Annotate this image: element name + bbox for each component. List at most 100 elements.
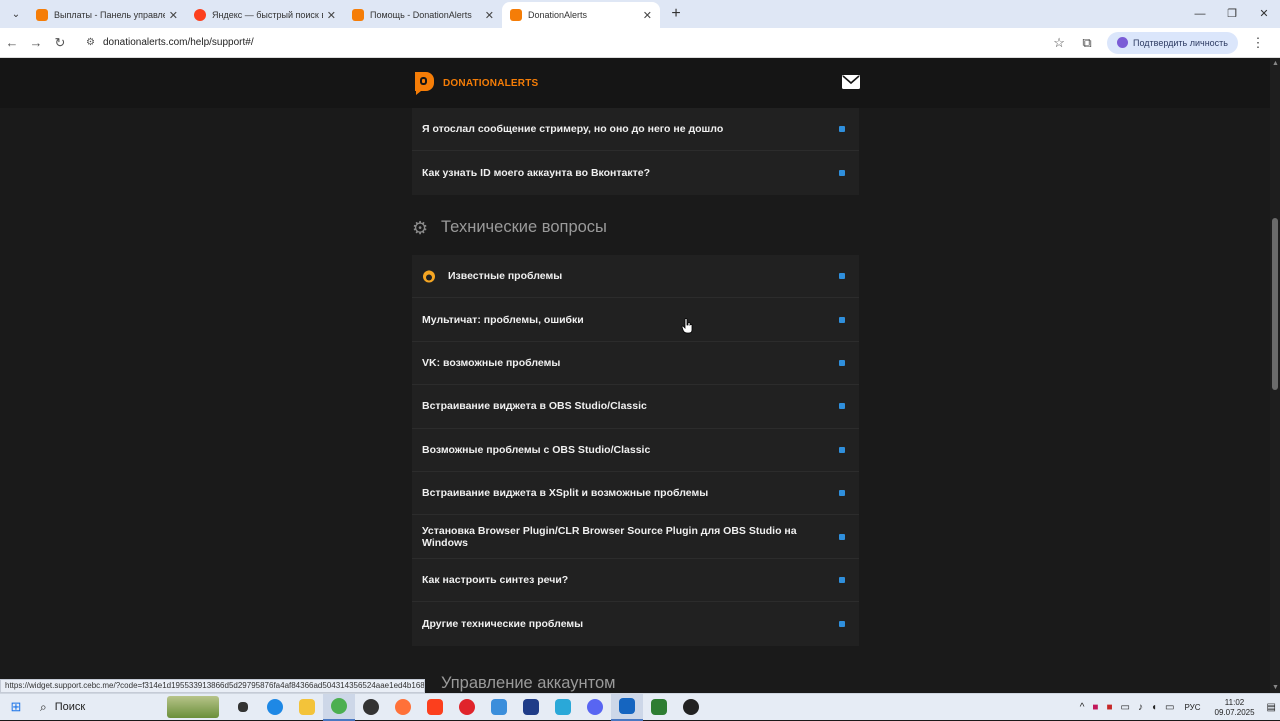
browser-tab-active[interactable]: DonationAlerts ✕ <box>502 2 660 28</box>
faq-item[interactable]: Встраивание виджета в XSplit и возможные… <box>412 472 859 515</box>
section-header-tech: ⚙ Технические вопросы <box>412 218 607 237</box>
extensions-icon[interactable]: ⧉ <box>1073 35 1101 51</box>
faq-item[interactable]: Установка Browser Plugin/CLR Browser Sou… <box>412 515 859 558</box>
close-window-icon[interactable]: ✕ <box>1248 0 1280 28</box>
restore-icon[interactable]: ❐ <box>1216 0 1248 28</box>
browser-tab-bar: ⌄ Выплаты - Панель управлени ✕ Яндекс — … <box>0 0 1280 28</box>
volume-icon[interactable]: ◖ <box>1151 702 1157 713</box>
site-logo[interactable]: DONATIONALERTS <box>412 70 538 96</box>
faq-item[interactable]: Я отослал сообщение стримеру, но оно до … <box>412 108 859 151</box>
browser-tab[interactable]: Помощь - DonationAlerts ✕ <box>344 2 502 28</box>
arrow-right-icon <box>839 126 845 132</box>
tab-title: Выплаты - Панель управлени <box>54 10 165 20</box>
arrow-right-icon <box>839 360 845 366</box>
xbox-app-icon[interactable] <box>515 694 547 721</box>
language-indicator[interactable]: РУС <box>1184 703 1200 712</box>
faq-item[interactable]: VK: возможные проблемы <box>412 342 859 385</box>
tab-title: Помощь - DonationAlerts <box>370 10 481 20</box>
scroll-up-icon[interactable]: ▲ <box>1272 60 1279 67</box>
search-label: Поиск <box>55 701 85 713</box>
page-scrollbar[interactable]: ▲ ▼ <box>1270 58 1280 693</box>
clock[interactable]: 11:02 09.07.2025 <box>1215 698 1255 718</box>
yandex-browser-icon[interactable] <box>355 694 387 721</box>
arrow-right-icon <box>839 534 845 540</box>
donationalerts-favicon-icon <box>352 9 364 21</box>
tab-title: Яндекс — быстрый поиск в и <box>212 10 323 20</box>
faq-item[interactable]: Встраивание виджета в OBS Studio/Classic <box>412 385 859 428</box>
browser-menu-icon[interactable]: ⋮ <box>1244 35 1272 51</box>
tray-monitor-icon[interactable]: ▭ <box>1121 702 1130 713</box>
arrow-right-icon <box>839 577 845 583</box>
verify-identity-button[interactable]: Подтвердить личность <box>1107 32 1238 54</box>
chrome-icon[interactable] <box>323 694 355 721</box>
fire-icon <box>422 269 436 283</box>
window-controls: — ❐ ✕ <box>1184 0 1280 28</box>
opera-icon[interactable] <box>451 694 483 721</box>
network-icon[interactable]: ▭ <box>1165 702 1174 713</box>
network-app-icon[interactable] <box>483 694 515 721</box>
close-tab-icon[interactable]: ✕ <box>485 9 494 22</box>
brand-name: DONATIONALERTS <box>443 78 538 89</box>
edge-icon[interactable] <box>259 694 291 721</box>
donationalerts-logo-icon <box>412 70 436 96</box>
notifications-icon[interactable]: ▤ <box>1267 702 1276 713</box>
arrow-right-icon <box>839 490 845 496</box>
taskbar-search[interactable]: ⌕ Поиск <box>32 694 167 721</box>
firefox-icon[interactable] <box>387 694 419 721</box>
os-taskbar: ⊞ ⌕ Поиск ^ ■ ■ ▭ ♪ ◖ ▭ РУС 11:02 09.07.… <box>0 693 1280 720</box>
close-tab-icon[interactable]: ✕ <box>169 9 178 22</box>
tab-search-menu-icon[interactable]: ⌄ <box>4 2 28 26</box>
verify-label: Подтвердить личность <box>1133 38 1228 48</box>
profile-icon <box>1117 37 1128 48</box>
spreadsheet-icon[interactable] <box>643 694 675 721</box>
scroll-down-icon[interactable]: ▼ <box>1272 684 1279 691</box>
arrow-right-icon <box>839 317 845 323</box>
search-highlight-image[interactable] <box>167 696 219 718</box>
windows-start-icon[interactable]: ⊞ <box>0 699 32 715</box>
microphone-icon[interactable]: ♪ <box>1138 702 1143 713</box>
steam-icon[interactable] <box>675 694 707 721</box>
file-explorer-icon[interactable] <box>291 694 323 721</box>
url-field[interactable]: ⚙ donationalerts.com/help/support#/ <box>78 31 1045 55</box>
faq-item[interactable]: Мультичат: проблемы, ошибки <box>412 298 859 341</box>
tray-expand-icon[interactable]: ^ <box>1080 702 1085 713</box>
task-view-icon[interactable] <box>227 694 259 721</box>
faq-item[interactable]: Известные проблемы <box>412 255 859 298</box>
minimize-icon[interactable]: — <box>1184 0 1216 28</box>
back-icon[interactable]: ← <box>0 35 24 50</box>
tray-app-icon[interactable]: ■ <box>1092 702 1098 713</box>
new-tab-button[interactable]: + <box>666 5 686 23</box>
search-icon: ⌕ <box>40 700 47 715</box>
link-status-url: https://widget.support.cebc.me/?code=f31… <box>0 679 425 693</box>
discord-icon[interactable] <box>579 694 611 721</box>
forward-icon[interactable]: → <box>24 35 48 50</box>
mail-icon[interactable] <box>842 75 860 89</box>
app-store-icon[interactable] <box>611 694 643 721</box>
faq-item[interactable]: Как узнать ID моего аккаунта во Вконтакт… <box>412 151 859 194</box>
yandex-icon[interactable] <box>419 694 451 721</box>
faq-item[interactable]: Другие технические проблемы <box>412 602 859 645</box>
faq-item[interactable]: Как настроить синтез речи? <box>412 559 859 602</box>
arrow-right-icon <box>839 170 845 176</box>
tab-title: DonationAlerts <box>528 10 639 20</box>
arrow-right-icon <box>839 621 845 627</box>
browser-tab[interactable]: Яндекс — быстрый поиск в и ✕ <box>186 2 344 28</box>
lightshot-icon[interactable] <box>547 694 579 721</box>
close-tab-icon[interactable]: ✕ <box>327 9 336 22</box>
reload-icon[interactable]: ↻ <box>48 35 72 51</box>
tray-app-icon[interactable]: ■ <box>1106 702 1112 713</box>
page-viewport: DONATIONALERTS Я отослал сообщение стрим… <box>0 58 1270 693</box>
browser-tab[interactable]: Выплаты - Панель управлени ✕ <box>28 2 186 28</box>
bookmark-star-icon[interactable]: ☆ <box>1045 35 1073 51</box>
site-info-icon[interactable]: ⚙ <box>86 37 95 48</box>
system-tray: ^ ■ ■ ▭ ♪ ◖ ▭ РУС 11:02 09.07.2025 ▤ <box>1076 694 1280 721</box>
faq-item[interactable]: Возможные проблемы с OBS Studio/Classic <box>412 429 859 472</box>
donationalerts-favicon-icon <box>510 9 522 21</box>
arrow-right-icon <box>839 403 845 409</box>
hand-cursor-icon <box>681 318 693 334</box>
donationalerts-favicon-icon <box>36 9 48 21</box>
url-text: donationalerts.com/help/support#/ <box>103 37 254 48</box>
close-tab-icon[interactable]: ✕ <box>643 9 652 22</box>
scrollbar-thumb[interactable] <box>1272 218 1278 390</box>
clock-time: 11:02 <box>1215 698 1255 708</box>
